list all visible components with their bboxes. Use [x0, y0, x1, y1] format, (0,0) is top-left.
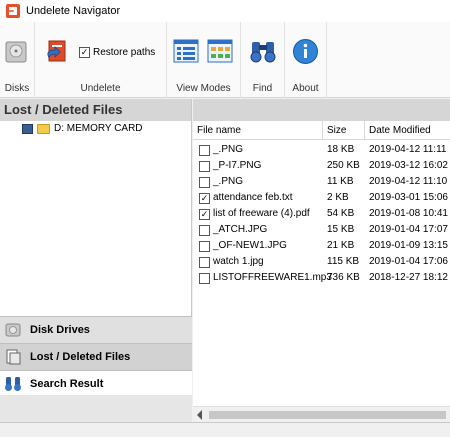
- view-modes-label: View Modes: [176, 83, 231, 94]
- window-title: Undelete Navigator: [26, 5, 121, 17]
- list-view-icon[interactable]: [173, 38, 199, 64]
- undelete-label: Undelete: [80, 83, 121, 94]
- table-row[interactable]: ✓ list of freeware (4).pdf 54 KB 2019-01-08…: [193, 207, 450, 223]
- file-name-cell: list of freeware (4).pdf: [213, 208, 310, 219]
- group-about: About: [285, 22, 327, 98]
- date-modified-cell: 2019-01-09 13:15: [369, 240, 448, 251]
- nav-label: Search Result: [30, 378, 104, 390]
- table-row[interactable]: _.PNG 18 KB 2019-04-12 11:11: [193, 143, 450, 159]
- find-label: Find: [252, 83, 273, 94]
- date-modified-cell: 2019-03-12 16:02: [369, 160, 448, 171]
- row-checkbox[interactable]: [199, 273, 210, 284]
- file-list-header: File name Size Date Modified: [193, 121, 450, 140]
- size-cell: 250 KB: [327, 160, 360, 171]
- size-cell: 11 KB: [327, 176, 354, 187]
- size-cell: 115 KB: [327, 256, 360, 267]
- row-checkbox[interactable]: [199, 257, 210, 268]
- group-find: Find: [241, 22, 285, 98]
- row-checkbox[interactable]: ✓: [199, 209, 210, 220]
- app-icon: [6, 4, 20, 18]
- table-row[interactable]: _ATCH.JPG 15 KB 2019-01-04 17:07: [193, 223, 450, 239]
- disks-label: Disks: [4, 83, 30, 94]
- drive-icon: [22, 123, 33, 134]
- table-row[interactable]: LISTOFFREEWARE1.mp3 736 KB 2018-12-27 18:1…: [193, 271, 450, 287]
- nav-search-result[interactable]: Search Result: [0, 370, 192, 397]
- date-modified-cell: 2019-01-08 10:41: [369, 208, 448, 219]
- file-name-cell: _.PNG: [213, 176, 244, 187]
- row-checkbox[interactable]: ✓: [199, 193, 210, 204]
- row-checkbox[interactable]: [199, 241, 210, 252]
- column-header-date-modified[interactable]: Date Modified: [365, 121, 450, 140]
- deleted-files-icon: [6, 349, 21, 365]
- table-row[interactable]: watch 1.jpg 115 KB 2019-01-04 17:06: [193, 255, 450, 271]
- undelete-icon[interactable]: [43, 36, 73, 66]
- size-cell: 736 KB: [327, 272, 360, 283]
- size-cell: 21 KB: [327, 240, 355, 251]
- group-disks: Disks: [0, 22, 35, 98]
- size-cell: 15 KB: [327, 224, 355, 235]
- nav-label: Lost / Deleted Files: [30, 351, 131, 363]
- restore-paths-label: Restore paths: [93, 47, 156, 58]
- ribbon-toolbar: Disks ✓ Restore paths Undelete View Mode…: [0, 22, 450, 98]
- tree-item-label: D: MEMORY CARD: [54, 123, 143, 134]
- binoculars-icon: [5, 377, 21, 391]
- column-header-size[interactable]: Size: [323, 121, 365, 140]
- size-cell: 2 KB: [327, 192, 349, 203]
- row-checkbox[interactable]: [199, 225, 210, 236]
- file-name-cell: watch 1.jpg: [213, 256, 264, 267]
- size-cell: 54 KB: [327, 208, 355, 219]
- group-view-modes: View Modes: [167, 22, 241, 98]
- left-panel: Lost / Deleted Files D: MEMORY CARD Disk…: [0, 99, 192, 422]
- scrollbar-thumb[interactable]: [209, 411, 446, 419]
- restore-paths-checkbox[interactable]: ✓: [79, 47, 90, 58]
- nav-label: Disk Drives: [30, 324, 90, 336]
- file-name-cell: _P-I7.PNG: [213, 160, 262, 171]
- binoculars-icon[interactable]: [249, 38, 277, 64]
- file-name-cell: LISTOFFREEWARE1.mp3: [213, 272, 332, 283]
- table-row[interactable]: _.PNG 11 KB 2019-04-12 11:10: [193, 175, 450, 191]
- date-modified-cell: 2019-01-04 17:06: [369, 256, 448, 267]
- status-bar: [0, 422, 450, 437]
- date-modified-cell: 2018-12-27 18:12: [369, 272, 448, 283]
- date-modified-cell: 2019-04-12 11:10: [369, 176, 448, 187]
- horizontal-scrollbar[interactable]: [193, 406, 450, 422]
- file-name-cell: _ATCH.JPG: [213, 224, 268, 235]
- column-header-file-name[interactable]: File name: [193, 121, 323, 140]
- left-panel-header: Lost / Deleted Files: [0, 99, 191, 121]
- row-checkbox[interactable]: [199, 161, 210, 172]
- group-undelete: ✓ Restore paths Undelete: [35, 22, 167, 98]
- row-checkbox[interactable]: [199, 145, 210, 156]
- row-checkbox[interactable]: [199, 177, 210, 188]
- nav-disk-drives[interactable]: Disk Drives: [0, 316, 192, 343]
- about-label: About: [292, 83, 319, 94]
- date-modified-cell: 2019-04-12 11:11: [369, 144, 447, 155]
- tree-item-memory-card[interactable]: D: MEMORY CARD: [22, 123, 143, 134]
- date-modified-cell: 2019-01-04 17:07: [369, 224, 448, 235]
- right-panel: File name Size Date Modified _.PNG 18 KB 2…: [193, 99, 450, 422]
- file-name-cell: _OF-NEW1.JPG: [213, 240, 287, 251]
- size-cell: 18 KB: [327, 144, 355, 155]
- nav-spacer: [0, 395, 192, 422]
- folder-icon: [37, 123, 50, 134]
- disk-drive-icon: [5, 323, 21, 337]
- title-bar: Undelete Navigator: [0, 0, 450, 22]
- grid-view-icon[interactable]: [207, 38, 233, 64]
- date-modified-cell: 2019-03-01 15:06: [369, 192, 448, 203]
- info-icon[interactable]: [292, 38, 319, 65]
- file-name-cell: _.PNG: [213, 144, 244, 155]
- table-row[interactable]: _OF-NEW1.JPG 21 KB 2019-01-09 13:15: [193, 239, 450, 255]
- restore-paths-toggle[interactable]: ✓ Restore paths: [79, 47, 155, 58]
- nav-lost-deleted-files[interactable]: Lost / Deleted Files: [0, 343, 192, 370]
- table-row[interactable]: ✓ attendance feb.txt 2 KB 2019-03-01 15:06: [193, 191, 450, 207]
- scroll-left-arrow-icon[interactable]: [197, 410, 202, 420]
- file-name-cell: attendance feb.txt: [213, 192, 293, 203]
- right-panel-header: [193, 99, 450, 121]
- hard-disk-icon[interactable]: [2, 36, 32, 66]
- table-row[interactable]: _P-I7.PNG 250 KB 2019-03-12 16:02: [193, 159, 450, 175]
